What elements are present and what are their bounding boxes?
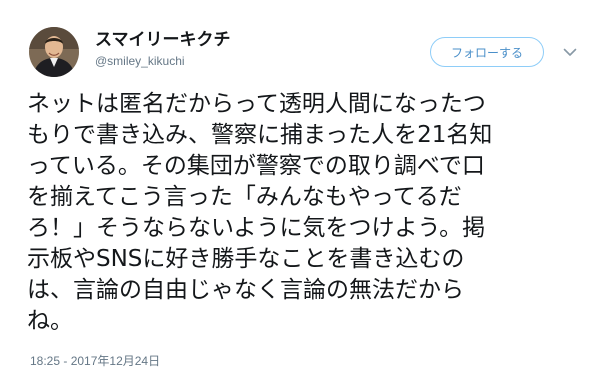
tweet-text-line: 示板やSNSに好き勝手なことを書き込むの — [27, 246, 465, 272]
tweet-text-line: もりで書き込み、警察に捕まった人を21名知 — [27, 122, 493, 148]
tweet-text-line: ろ！」そうならないように気をつけよう。掲 — [27, 215, 486, 241]
chevron-down-icon — [563, 48, 577, 56]
display-name[interactable]: スマイリーキクチ — [95, 29, 231, 51]
follow-button[interactable]: フォローする — [430, 37, 544, 67]
tweet-card: スマイリーキクチ @smiley_kikuchi フォローする ネットは匿名だか… — [0, 0, 612, 374]
tweet-text: ネットは匿名だからって透明人間になったつ もりで書き込み、警察に捕まった人を21… — [27, 89, 593, 337]
avatar[interactable] — [29, 27, 79, 77]
tweet-text-line: は、言論の自由じゃなく言論の無法だから — [27, 277, 464, 303]
tweet-text-line: を揃えてこう言った「みんなもやってるだ — [27, 184, 462, 210]
user-handle[interactable]: @smiley_kikuchi — [95, 53, 185, 69]
tweet-text-line: っている。その集団が警察での取り調べで口 — [27, 153, 485, 179]
tweet-timestamp[interactable]: 18:25 - 2017年12月24日 — [30, 353, 160, 369]
avatar-image — [29, 27, 79, 77]
tweet-text-line: ネットは匿名だからって透明人間になったつ — [27, 91, 486, 117]
tweet-text-line: ね。 — [27, 308, 73, 334]
more-options-button[interactable] — [562, 44, 578, 60]
